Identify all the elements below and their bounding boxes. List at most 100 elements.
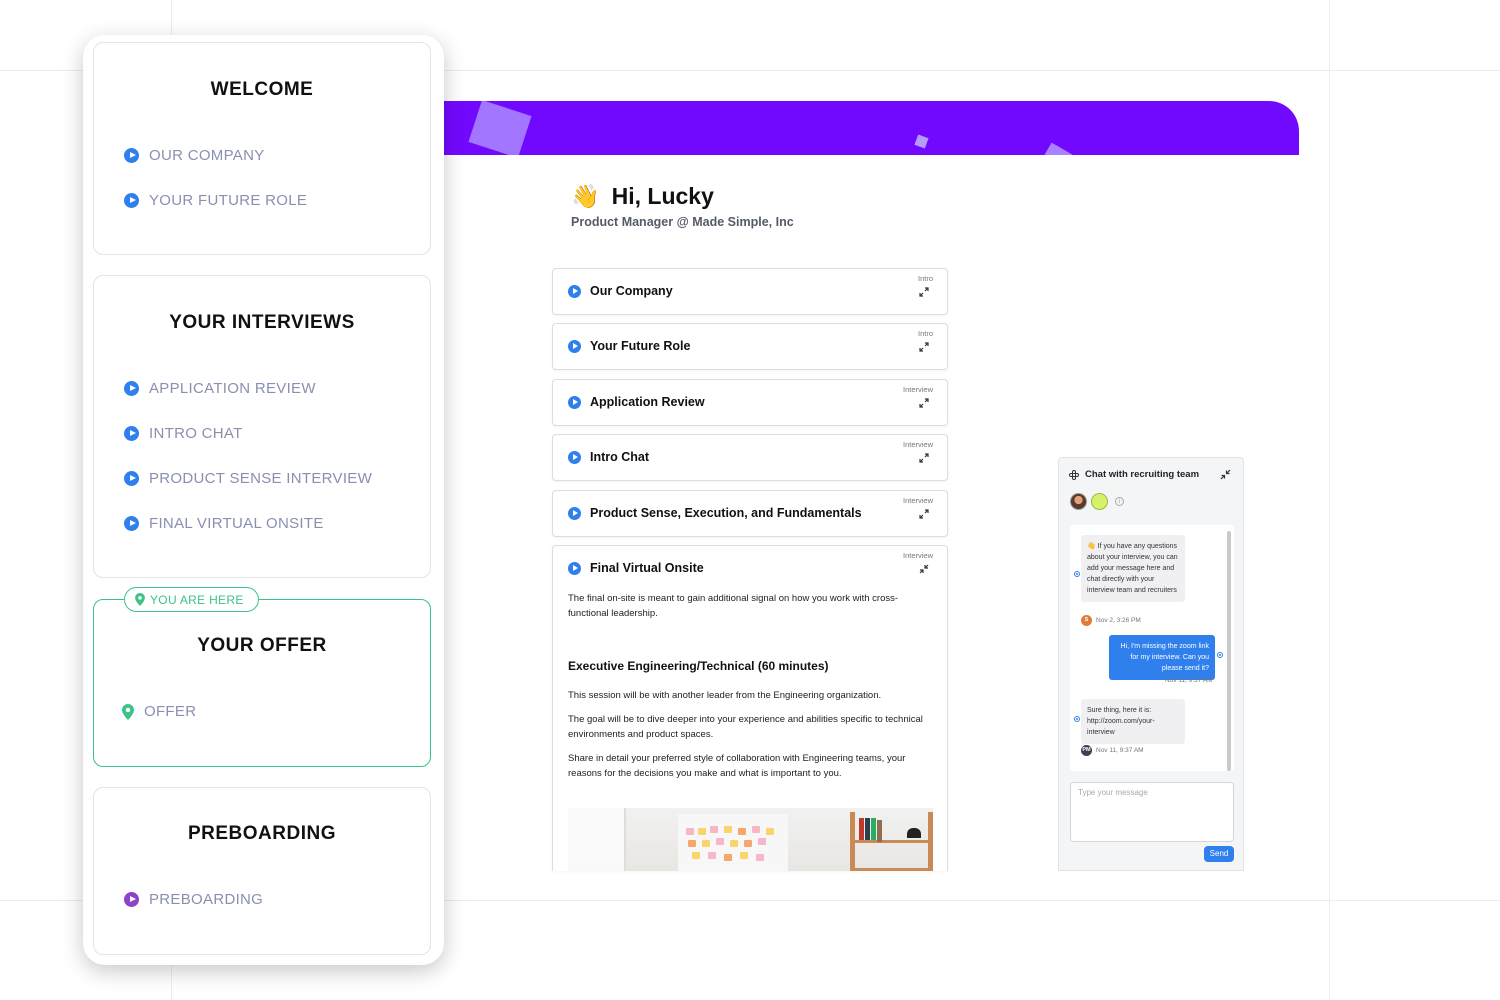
play-icon (568, 395, 581, 409)
greeting-text: Hi, Lucky (611, 183, 714, 209)
sender-avatar: S (1081, 615, 1092, 626)
sidebar-item-label: FINAL VIRTUAL ONSITE (149, 515, 324, 532)
step-title: Application Review (590, 395, 705, 409)
play-icon (568, 450, 581, 464)
scrollbar[interactable] (1227, 531, 1231, 771)
step-title: Your Future Role (590, 339, 691, 353)
step-intro-text: The final on-site is meant to gain addit… (568, 593, 899, 619)
sidebar-item-final-onsite[interactable]: FINAL VIRTUAL ONSITE (124, 515, 324, 532)
you-are-here-badge: YOU ARE HERE (124, 587, 259, 612)
expand-icon[interactable] (919, 453, 929, 463)
sidebar-item-our-company[interactable]: OUR COMPANY (124, 147, 265, 164)
message-time: Nov 2, 3:26 PM (1096, 617, 1141, 624)
sidebar-item-product-sense[interactable]: PRODUCT SENSE INTERVIEW (124, 470, 372, 487)
send-button[interactable]: Send (1204, 846, 1234, 862)
step-title: Our Company (590, 284, 673, 298)
step-intro-chat[interactable]: Intro Chat Interview (552, 434, 948, 481)
badge-label: YOU ARE HERE (150, 592, 244, 607)
sidebar-item-preboarding[interactable]: PREBOARDING (124, 891, 263, 908)
collapse-icon[interactable] (919, 564, 929, 574)
step-final-virtual-onsite[interactable]: Final Virtual Onsite Interview The final… (552, 545, 948, 871)
step-body: The final on-site is meant to gain addit… (568, 591, 934, 790)
sidebar-item-intro-chat[interactable]: INTRO CHAT (124, 425, 243, 442)
step-application-review[interactable]: Application Review Interview (552, 379, 948, 426)
play-icon (124, 892, 139, 907)
grid-line (1329, 0, 1330, 1000)
sidebar-item-label: PRODUCT SENSE INTERVIEW (149, 470, 373, 487)
decorative-shape (914, 134, 929, 149)
step-tag: Intro (917, 329, 933, 338)
sidebar-item-label: INTRO CHAT (149, 425, 243, 442)
sidebar-item-label: APPLICATION REVIEW (149, 380, 316, 397)
step-title: Product Sense, Execution, and Fundamenta… (590, 506, 862, 520)
greeting: 👋 Hi, Lucky (571, 183, 714, 210)
sidebar-item-label: OUR COMPANY (149, 147, 265, 164)
paragraph: Share in detail your preferred style of … (568, 753, 906, 779)
sidebar-item-label: OFFER (144, 703, 197, 720)
chat-widget: Chat with recruiting team i 👋 If you hav… (1058, 457, 1244, 871)
step-tag: Interview (902, 496, 933, 505)
play-icon (568, 561, 581, 575)
card-title: YOUR OFFER (197, 635, 327, 656)
journey-sidebar: WELCOME OUR COMPANY YOUR FUTURE ROLE YOU… (83, 35, 444, 965)
message-bubble: 👋 If you have any questions about your i… (1081, 535, 1185, 602)
minimize-icon[interactable] (1220, 469, 1231, 480)
location-pin-icon (122, 703, 134, 720)
sidebar-item-offer[interactable]: OFFER (122, 703, 196, 720)
wave-icon: 👋 (571, 183, 600, 209)
paragraph: This session will be with another leader… (568, 690, 882, 701)
header-banner (444, 101, 1299, 155)
avatar (1091, 493, 1108, 510)
step-our-company[interactable]: Our Company Intro (552, 268, 948, 315)
play-icon (568, 506, 581, 520)
message-meta: S Nov 2, 3:26 PM (1081, 615, 1141, 626)
step-tag: Interview (902, 385, 933, 394)
message-bubble: Hi, I'm missing the zoom link for my int… (1109, 635, 1215, 680)
sidebar-item-your-future-role[interactable]: YOUR FUTURE ROLE (124, 192, 307, 209)
location-pin-icon (135, 593, 145, 606)
interviews-card: YOUR INTERVIEWS APPLICATION REVIEW INTRO… (93, 275, 431, 578)
message-time: Nov 11, 9:37 AM (1096, 747, 1144, 754)
info-icon[interactable]: i (1115, 497, 1124, 506)
expand-icon[interactable] (919, 509, 929, 519)
card-title: WELCOME (210, 79, 314, 100)
play-icon (124, 426, 139, 441)
sidebar-item-application-review[interactable]: APPLICATION REVIEW (124, 380, 316, 397)
preboarding-card: PREBOARDING PREBOARDING (93, 787, 431, 955)
step-tag: Interview (902, 440, 933, 449)
read-indicator (1074, 716, 1080, 722)
step-tag: Interview (902, 551, 933, 560)
message-time: Nov 11, 9:37 AM (1165, 677, 1213, 684)
step-title: Final Virtual Onsite (590, 561, 704, 575)
card-title: YOUR INTERVIEWS (169, 312, 355, 333)
sender-avatar: PM (1081, 745, 1092, 756)
play-icon (124, 381, 139, 396)
section-heading: Executive Engineering/Technical (60 minu… (568, 659, 829, 673)
avatar (1070, 493, 1087, 510)
chat-header: Chat with recruiting team (1069, 469, 1199, 480)
play-icon (124, 193, 139, 208)
participants: i (1070, 493, 1124, 510)
step-your-future-role[interactable]: Your Future Role Intro (552, 323, 948, 370)
sidebar-item-label: YOUR FUTURE ROLE (149, 192, 308, 209)
decorative-shape (1039, 142, 1073, 155)
decorative-shape (468, 101, 532, 155)
play-icon (124, 148, 139, 163)
expand-icon[interactable] (919, 398, 929, 408)
step-product-sense[interactable]: Product Sense, Execution, and Fundamenta… (552, 490, 948, 537)
play-icon (124, 516, 139, 531)
step-tag: Intro (917, 274, 933, 283)
expand-icon[interactable] (919, 342, 929, 352)
play-icon (568, 339, 581, 353)
play-icon (568, 284, 581, 298)
role-subtitle: Product Manager @ Made Simple, Inc (571, 215, 794, 229)
card-title: PREBOARDING (187, 823, 336, 844)
read-indicator (1074, 571, 1080, 577)
slack-icon (1069, 469, 1079, 480)
office-photo (568, 808, 933, 871)
read-indicator (1217, 652, 1223, 658)
message-meta: PM Nov 11, 9:37 AM (1081, 745, 1144, 756)
message-bubble: Sure thing, here it is: http://zoom.com/… (1081, 699, 1185, 744)
expand-icon[interactable] (919, 287, 929, 297)
message-input[interactable]: Type your message (1070, 782, 1234, 842)
